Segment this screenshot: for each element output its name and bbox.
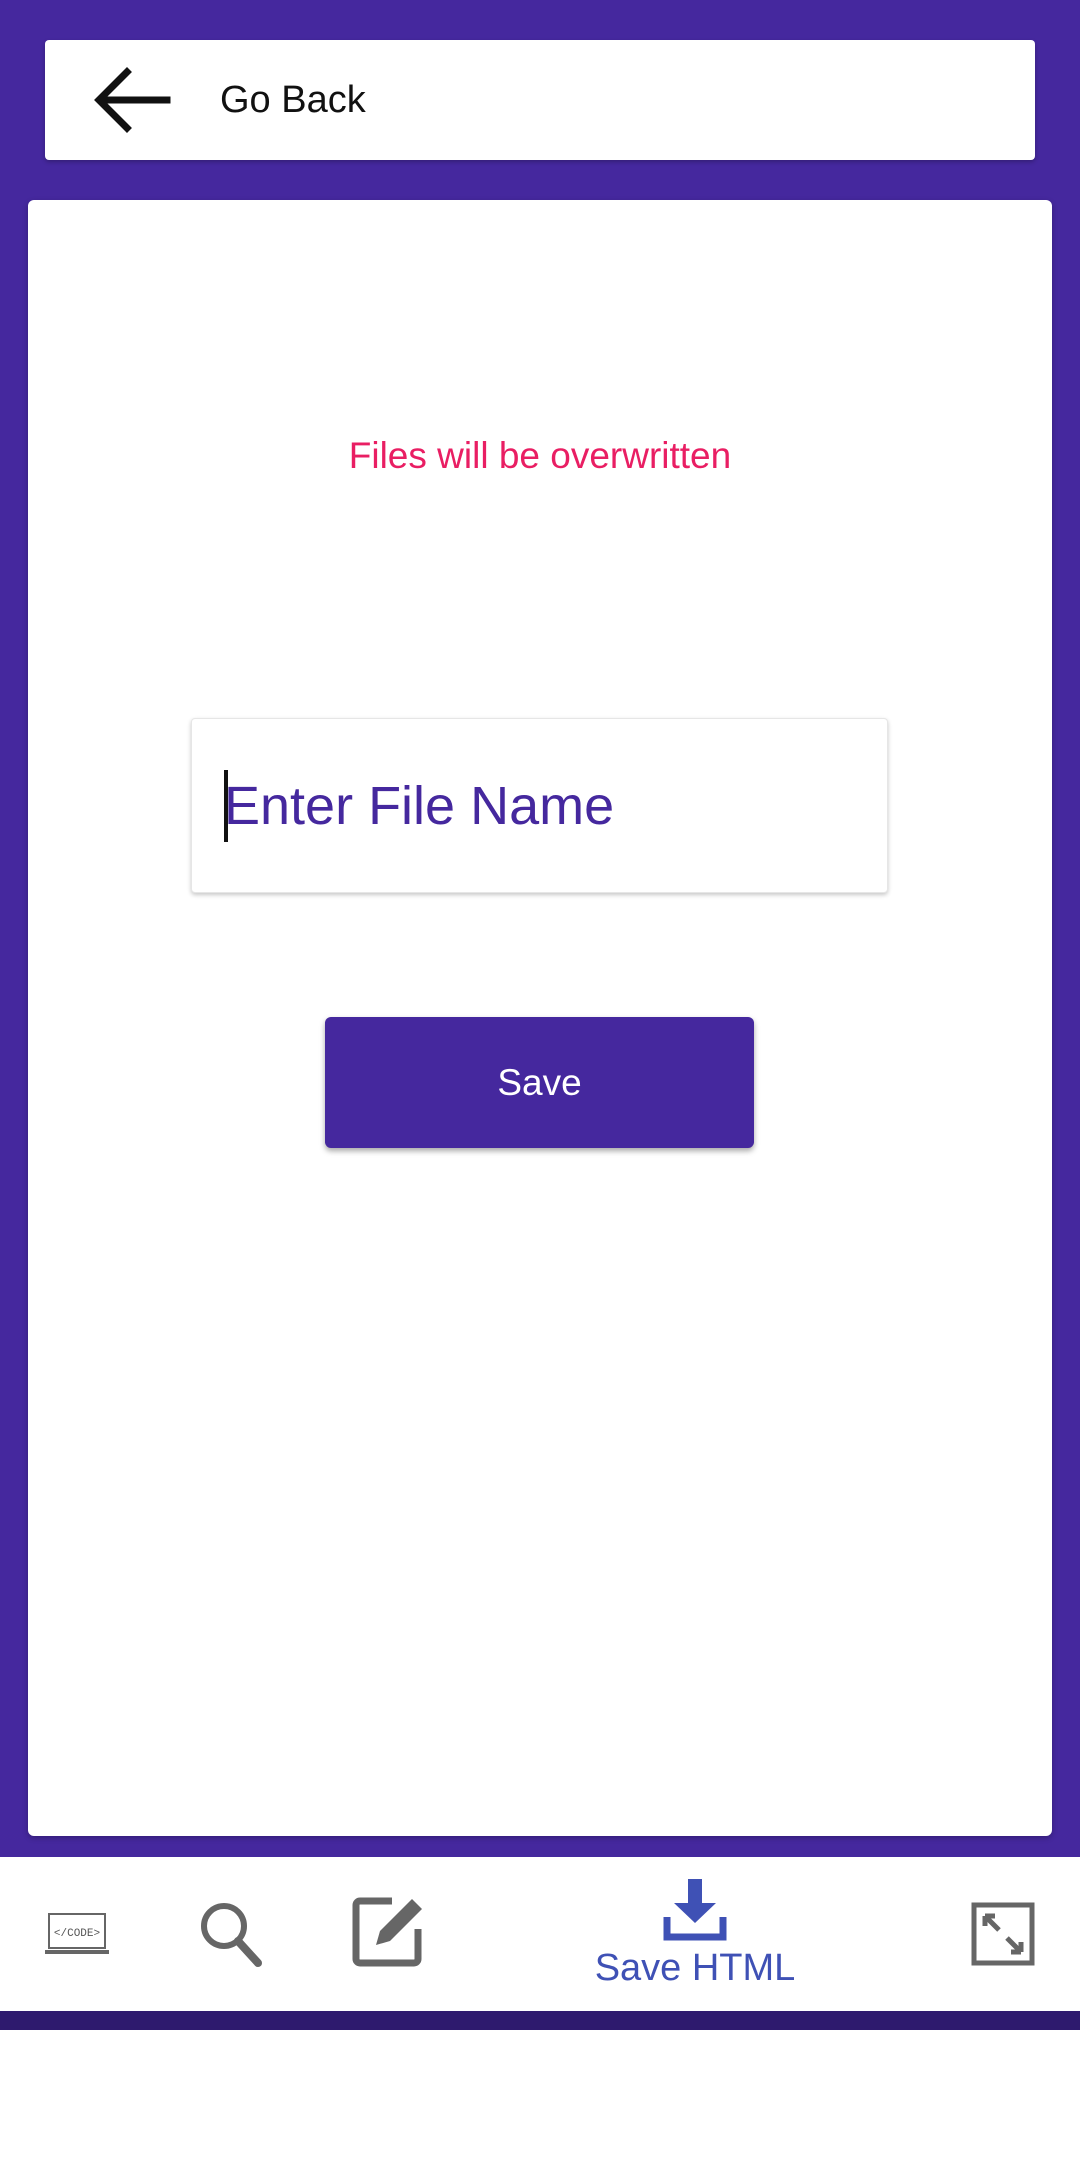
bottom-strip: [0, 2011, 1080, 2030]
go-back-button[interactable]: Go Back: [220, 40, 366, 160]
code-icon-text: </CODE>: [54, 1928, 100, 1940]
bottom-navigation: </CODE> Save HTML: [0, 1857, 1080, 2011]
search-icon[interactable]: [198, 1899, 264, 1969]
save-file-card: Files will be overwritten Save: [28, 200, 1052, 1836]
code-icon[interactable]: </CODE>: [45, 1912, 109, 1956]
filename-field-container: [191, 718, 888, 893]
text-cursor: [224, 770, 228, 842]
save-html-label: Save HTML: [594, 1947, 796, 1989]
download-icon: [663, 1879, 727, 1941]
save-button[interactable]: Save: [325, 1017, 754, 1148]
arrow-left-icon[interactable]: [87, 56, 175, 144]
filename-input[interactable]: [224, 719, 864, 892]
edit-icon[interactable]: [352, 1895, 424, 1967]
top-bar: Go Back: [45, 40, 1035, 160]
overwrite-warning: Files will be overwritten: [348, 435, 732, 476]
fullscreen-icon[interactable]: [971, 1902, 1035, 1966]
save-html-nav-item[interactable]: Save HTML: [570, 1877, 820, 2005]
